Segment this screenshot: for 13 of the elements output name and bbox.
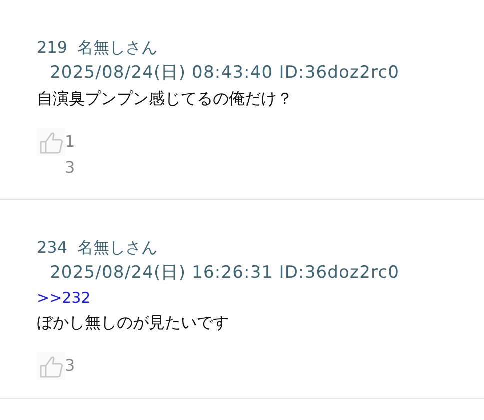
post-number: 219 [37,37,68,59]
post-date: 2025/08/24(日) 16:26:31 ID:36doz2rc0 [49,262,401,285]
reply-link[interactable]: >>232 [37,286,91,310]
post-date: 2025/08/24(日) 08:43:40 ID:36doz2rc0 [49,62,401,85]
thumbs-up-icon[interactable] [37,352,65,380]
like-count: 13 [65,131,76,179]
poster-name: 名無しさん [78,37,158,59]
thumbs-up-icon[interactable] [37,128,65,156]
poster-name: 名無しさん [78,237,158,259]
like-count: 3 [65,355,76,377]
post-body: ぼかし無しのが見たいです [37,312,230,334]
post-body: 自演臭プンプン感じてるの俺だけ？ [37,88,294,110]
post-number: 234 [37,237,68,259]
